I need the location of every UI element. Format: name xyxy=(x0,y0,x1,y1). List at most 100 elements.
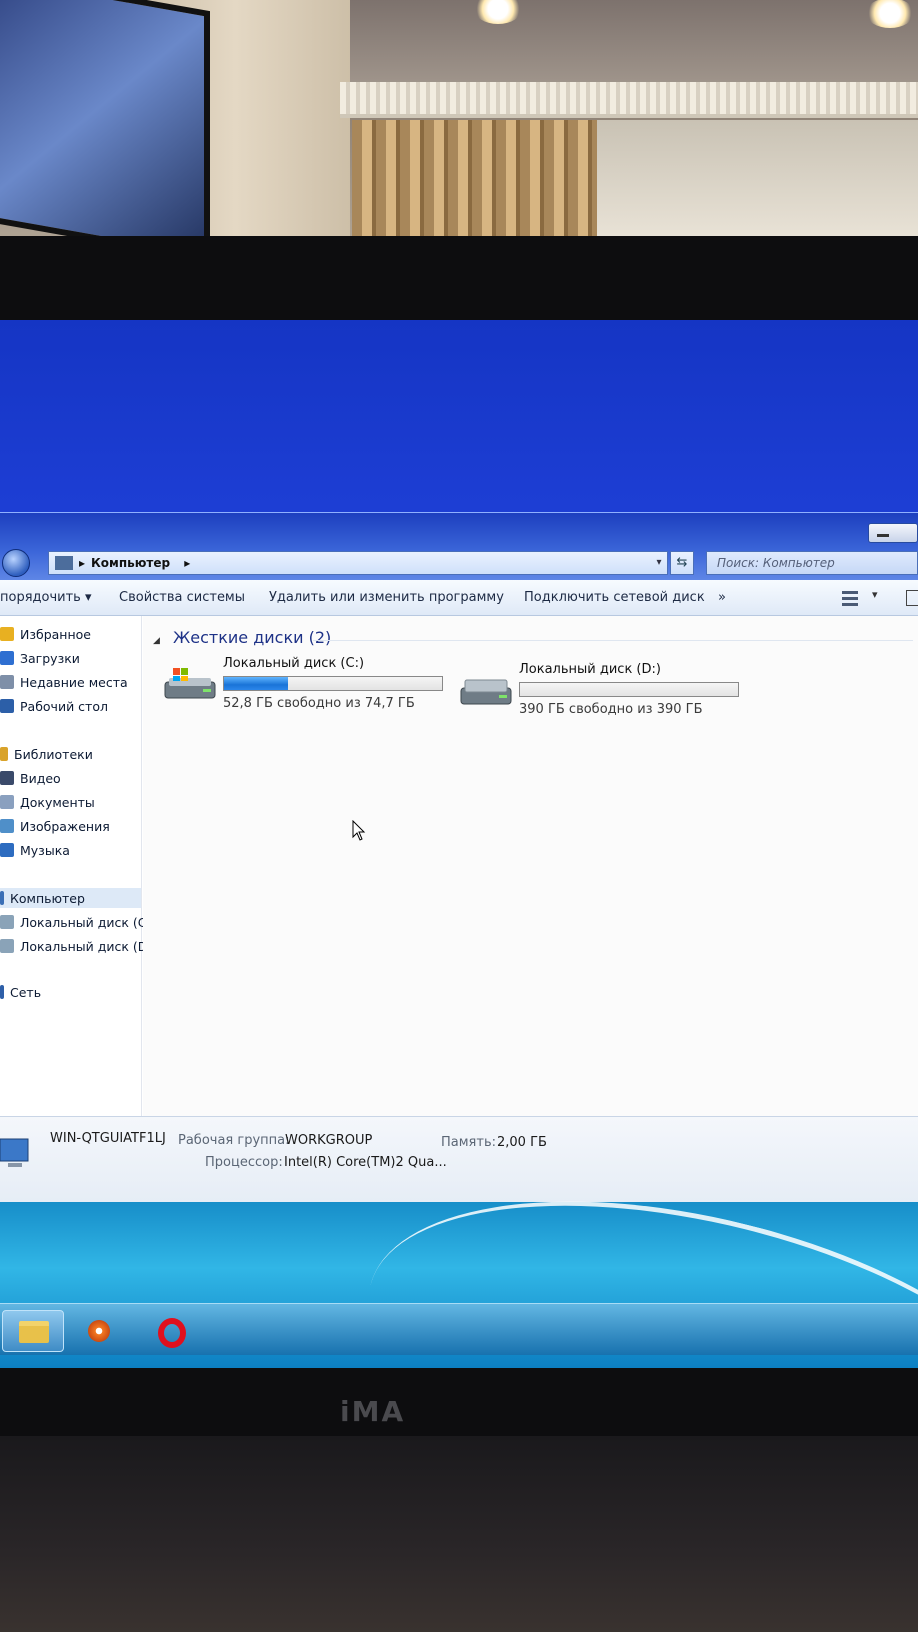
monitor-brand-logo: iMA xyxy=(340,1395,500,1431)
computer-name: WIN-QTGUIATF1LJ xyxy=(50,1131,166,1146)
view-options-button[interactable] xyxy=(842,588,864,608)
refresh-button[interactable]: ⇆ xyxy=(670,551,694,575)
minimize-icon xyxy=(877,534,889,537)
nav-label: Видео xyxy=(20,770,61,786)
nav-label: Избранное xyxy=(20,626,91,642)
group-divider xyxy=(313,640,913,641)
group-title: Жесткие диски (2) xyxy=(173,628,332,647)
computer-icon xyxy=(0,891,4,905)
drive-usage-bar xyxy=(519,682,739,697)
folder-icon xyxy=(19,1321,49,1343)
search-input[interactable]: Поиск: Компьютер xyxy=(706,551,918,575)
system-drive-icon xyxy=(164,668,216,699)
room-background xyxy=(0,0,918,250)
address-dropdown-button[interactable]: ▾ xyxy=(650,551,668,575)
nav-drive-c[interactable]: Локальный диск (C xyxy=(0,912,147,932)
address-bar[interactable]: ▸ Компьютер ▸ xyxy=(48,551,668,575)
recent-places-icon xyxy=(0,675,14,689)
processor-value: Intel(R) Core(TM)2 Qua... xyxy=(284,1155,447,1170)
nav-favorites[interactable]: Избранное xyxy=(0,624,91,644)
wall-tv xyxy=(0,0,210,250)
nav-libraries[interactable]: Библиотеки xyxy=(0,744,93,764)
back-button[interactable] xyxy=(2,549,30,577)
downloads-folder-icon xyxy=(0,651,14,665)
nav-downloads[interactable]: Загрузки xyxy=(0,648,80,668)
network-icon xyxy=(0,985,4,999)
nav-video[interactable]: Видео xyxy=(0,768,61,788)
search-placeholder: Поиск: Компьютер xyxy=(717,556,835,570)
breadcrumb-computer[interactable]: Компьютер xyxy=(91,556,170,570)
computer-icon xyxy=(55,556,73,570)
memory-label: Память: xyxy=(441,1135,496,1150)
uninstall-program-button[interactable]: Удалить или изменить программу xyxy=(269,590,504,605)
drive-c-icon xyxy=(0,915,14,929)
navigation-pane: Избранное Загрузки Недавние места Рабочи… xyxy=(0,616,147,1116)
command-bar: порядочить ▾ Свойства системы Удалить ил… xyxy=(0,580,918,616)
curtain xyxy=(352,120,597,250)
ceiling xyxy=(300,0,918,95)
drive-icon xyxy=(460,679,512,705)
nav-label: Сеть xyxy=(10,984,42,1000)
chevron-down-icon: ▾ xyxy=(656,557,662,568)
star-icon xyxy=(0,627,14,641)
nav-recent-places[interactable]: Недавние места xyxy=(0,672,128,692)
mouse-cursor-icon xyxy=(352,820,366,841)
drive-name: Локальный диск (D:) xyxy=(519,662,661,677)
collapse-triangle-icon: ◢ xyxy=(153,636,160,646)
nav-label: Библиотеки xyxy=(14,746,93,762)
system-properties-button[interactable]: Свойства системы xyxy=(119,590,245,605)
computer-icon xyxy=(0,1138,29,1167)
nav-label: Документы xyxy=(20,794,95,810)
workgroup-value: WORKGROUP xyxy=(285,1133,373,1148)
breadcrumb-separator: ▸ xyxy=(79,556,86,570)
nav-label: Недавние места xyxy=(20,674,128,690)
music-icon xyxy=(0,843,14,857)
nav-computer[interactable]: Компьютер xyxy=(0,888,141,908)
details-pane: WIN-QTGUIATF1LJ Рабочая группа: WORKGROU… xyxy=(0,1116,918,1202)
taskbar xyxy=(0,1303,918,1355)
taskbar-media-player-button[interactable] xyxy=(72,1310,134,1352)
nav-label: Загрузки xyxy=(20,650,80,666)
content-pane: ◢ Жесткие диски (2) Локальный диск (C:) … xyxy=(143,616,918,1116)
drive-free-space: 390 ГБ свободно из 390 ГБ xyxy=(519,702,703,717)
drive-c-tile[interactable]: Локальный диск (C:) 52,8 ГБ свободно из … xyxy=(163,656,463,716)
ceiling-cornice xyxy=(340,82,918,118)
more-commands-button[interactable]: » xyxy=(718,590,726,605)
desktop-icon xyxy=(0,699,14,713)
nav-music[interactable]: Музыка xyxy=(0,840,70,860)
workgroup-label: Рабочая группа: xyxy=(178,1133,290,1148)
drive-free-space: 52,8 ГБ свободно из 74,7 ГБ xyxy=(223,696,415,711)
monitor-brand-text: iMA xyxy=(340,1395,406,1428)
nav-documents[interactable]: Документы xyxy=(0,792,95,812)
minimize-button[interactable] xyxy=(868,523,918,543)
drive-name: Локальный диск (C:) xyxy=(223,656,365,671)
breadcrumb-separator: ▸ xyxy=(184,556,191,570)
nav-label: Локальный диск (C xyxy=(20,914,147,930)
drive-usage-fill xyxy=(224,677,288,690)
nav-desktop[interactable]: Рабочий стол xyxy=(0,696,108,716)
chevron-down-icon[interactable]: ▾ xyxy=(872,588,878,601)
opera-icon xyxy=(158,1318,186,1348)
window xyxy=(597,120,918,250)
documents-icon xyxy=(0,795,14,809)
media-player-icon xyxy=(88,1320,110,1342)
drive-d-tile[interactable]: Локальный диск (D:) 390 ГБ свободно из 3… xyxy=(459,662,759,722)
nav-label: Компьютер xyxy=(10,890,85,906)
taskbar-opera-button[interactable] xyxy=(144,1310,206,1352)
nav-label: Музыка xyxy=(20,842,70,858)
nav-network[interactable]: Сеть xyxy=(0,982,41,1002)
processor-label: Процессор: xyxy=(205,1155,283,1170)
organize-button[interactable]: порядочить ▾ xyxy=(0,590,92,605)
desk-area xyxy=(0,1436,918,1632)
drive-usage-bar xyxy=(223,676,443,691)
preview-pane-button[interactable] xyxy=(906,590,918,606)
nav-drive-d[interactable]: Локальный диск (D xyxy=(0,936,147,956)
pictures-icon xyxy=(0,819,14,833)
nav-pictures[interactable]: Изображения xyxy=(0,816,110,836)
taskbar-explorer-button[interactable] xyxy=(2,1310,64,1352)
window-titlebar[interactable]: ▸ Компьютер ▸ ▾ ⇆ Поиск: Компьютер xyxy=(0,512,918,580)
map-network-drive-button[interactable]: Подключить сетевой диск xyxy=(524,590,705,605)
group-header-hard-drives[interactable]: ◢ Жесткие диски (2) xyxy=(153,628,331,647)
libraries-icon xyxy=(0,747,8,761)
refresh-icon: ⇆ xyxy=(676,555,688,570)
